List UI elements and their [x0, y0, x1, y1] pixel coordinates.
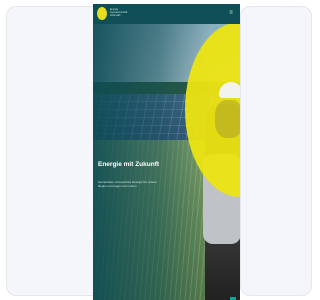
hero-face	[215, 100, 240, 138]
mobile-page-preview[interactable]: Energie Genossenschaft Zollernalb ≡ Ener…	[93, 4, 240, 300]
header-bar: Energie Genossenschaft Zollernalb ≡	[93, 4, 240, 24]
hero-helmet	[219, 82, 240, 98]
hamburger-icon[interactable]: ≡	[228, 10, 234, 16]
hero-subtitle: Gemeinsam erneuerbare Energie für unsere…	[98, 180, 157, 188]
logo-icon[interactable]	[97, 7, 107, 20]
preview-card-left	[6, 6, 106, 296]
hero-title: Energie mit Zukunft	[98, 161, 160, 168]
preview-card-right	[240, 6, 312, 296]
logo-text[interactable]: Energie Genossenschaft Zollernalb	[110, 8, 152, 17]
